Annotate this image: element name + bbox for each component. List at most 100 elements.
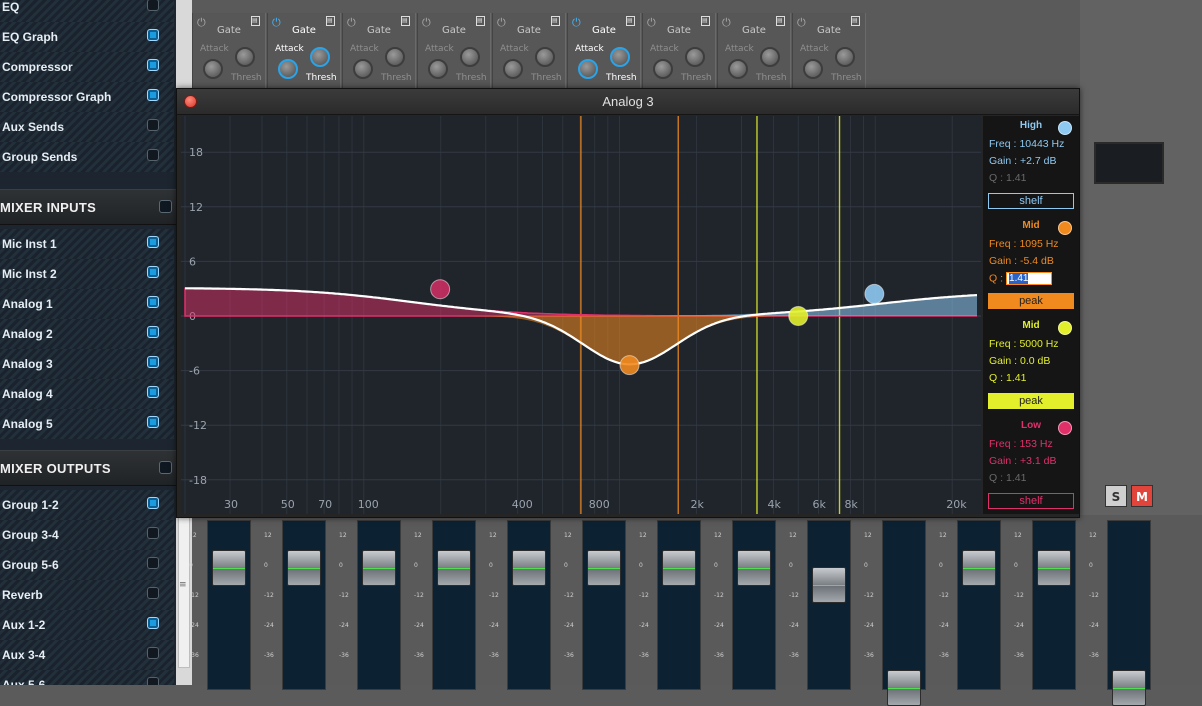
band-mode-button[interactable]: peak — [988, 393, 1074, 409]
sidebar-checkbox[interactable] — [147, 0, 159, 11]
sidebar-item[interactable]: Mic Inst 1 — [0, 229, 174, 259]
attack-knob[interactable] — [503, 59, 523, 79]
thresh-knob[interactable] — [460, 47, 480, 67]
mid1-band-handle[interactable] — [619, 355, 640, 376]
edit-icon[interactable]: ▤ — [776, 16, 785, 26]
thresh-knob[interactable] — [385, 47, 405, 67]
edit-icon[interactable]: ▤ — [626, 16, 635, 26]
sidebar-checkbox[interactable] — [147, 356, 159, 368]
thresh-knob[interactable] — [760, 47, 780, 67]
sidebar-checkbox[interactable] — [147, 386, 159, 398]
channel-fader[interactable] — [432, 520, 476, 690]
attack-knob[interactable] — [728, 59, 748, 79]
eq-graph[interactable]: 181260-6-12-183050701004008002k4k6k8k20k — [181, 116, 981, 514]
sidebar-item[interactable]: Analog 5 — [0, 409, 174, 439]
band-enable-icon[interactable] — [1058, 421, 1072, 435]
section-checkbox[interactable] — [159, 461, 172, 474]
band-enable-icon[interactable] — [1058, 121, 1072, 135]
sidebar-item[interactable]: Aux 3-4 — [0, 640, 174, 670]
fader-cap[interactable] — [587, 550, 621, 586]
thresh-knob[interactable] — [235, 47, 255, 67]
fader-cap[interactable] — [887, 670, 921, 706]
q-input[interactable]: 1.41 — [1006, 272, 1053, 285]
thresh-knob[interactable] — [310, 47, 330, 67]
band-enable-icon[interactable] — [1058, 321, 1072, 335]
attack-knob[interactable] — [578, 59, 598, 79]
sidebar-item[interactable]: Reverb — [0, 580, 174, 610]
fader-cap[interactable] — [962, 550, 996, 586]
attack-knob[interactable] — [803, 59, 823, 79]
sidebar-checkbox[interactable] — [147, 647, 159, 659]
thresh-knob[interactable] — [535, 47, 555, 67]
power-icon[interactable]: ⏻ — [497, 16, 506, 30]
edit-icon[interactable]: ▤ — [701, 16, 710, 26]
fader-cap[interactable] — [1112, 670, 1146, 706]
solo-button[interactable]: S — [1105, 485, 1127, 507]
power-icon[interactable]: ⏻ — [722, 16, 731, 30]
sidebar-item[interactable]: Compressor Graph — [0, 82, 174, 112]
sidebar-checkbox[interactable] — [147, 677, 159, 685]
power-icon[interactable]: ⏻ — [197, 16, 206, 30]
attack-knob[interactable] — [203, 59, 223, 79]
attack-knob[interactable] — [653, 59, 673, 79]
sidebar-checkbox[interactable] — [147, 59, 159, 71]
attack-knob[interactable] — [428, 59, 448, 79]
channel-fader[interactable] — [1032, 520, 1076, 690]
channel-fader[interactable] — [282, 520, 326, 690]
sidebar-checkbox[interactable] — [147, 326, 159, 338]
fader-cap[interactable] — [287, 550, 321, 586]
section-checkbox[interactable] — [159, 200, 172, 213]
sidebar-item[interactable]: Group 3-4 — [0, 520, 174, 550]
band-mode-button[interactable]: peak — [988, 293, 1074, 309]
channel-fader[interactable] — [582, 520, 626, 690]
fader-cap[interactable] — [812, 567, 846, 603]
fader-cap[interactable] — [362, 550, 396, 586]
channel-fader[interactable] — [807, 520, 851, 690]
channel-fader[interactable] — [1107, 520, 1151, 706]
power-icon[interactable]: ⏻ — [422, 16, 431, 30]
sidebar-section-header[interactable]: MIXER OUTPUTS — [0, 450, 176, 486]
low-band-handle[interactable] — [430, 279, 451, 300]
param-value[interactable]: 0.0 dB — [1020, 355, 1050, 367]
edit-icon[interactable]: ▤ — [476, 16, 485, 26]
sidebar-checkbox[interactable] — [147, 527, 159, 539]
sidebar-checkbox[interactable] — [147, 236, 159, 248]
attack-knob[interactable] — [278, 59, 298, 79]
fader-cap[interactable] — [737, 550, 771, 586]
power-icon[interactable]: ⏻ — [647, 16, 656, 30]
eq-titlebar[interactable]: Analog 3 — [177, 89, 1079, 115]
sidebar-checkbox[interactable] — [147, 119, 159, 131]
sidebar-checkbox[interactable] — [147, 617, 159, 629]
channel-fader[interactable] — [657, 520, 701, 690]
thresh-knob[interactable] — [610, 47, 630, 67]
fader-cap[interactable] — [1037, 550, 1071, 586]
sidebar-item[interactable]: Analog 1 — [0, 289, 174, 319]
attack-knob[interactable] — [353, 59, 373, 79]
edit-icon[interactable]: ▤ — [851, 16, 860, 26]
sidebar-section-header[interactable]: MIXER INPUTS — [0, 189, 176, 225]
sidebar-item[interactable]: Aux Sends — [0, 112, 174, 142]
sidebar-item[interactable]: Analog 3 — [0, 349, 174, 379]
sidebar-checkbox[interactable] — [147, 296, 159, 308]
param-value[interactable]: 153 Hz — [1019, 438, 1052, 450]
param-value[interactable]: 5000 Hz — [1019, 338, 1058, 350]
sidebar-item[interactable]: Compressor — [0, 52, 174, 82]
channel-fader[interactable] — [957, 520, 1001, 690]
channel-fader[interactable] — [357, 520, 401, 690]
sidebar-item[interactable]: Aux 5-6 — [0, 670, 174, 685]
sidebar-item[interactable]: EQ Graph — [0, 22, 174, 52]
channel-fader[interactable] — [732, 520, 776, 690]
fader-cap[interactable] — [662, 550, 696, 586]
sidebar-item[interactable]: Group 1-2 — [0, 490, 174, 520]
param-value[interactable]: -5.4 dB — [1020, 255, 1054, 267]
power-icon[interactable]: ⏻ — [347, 16, 356, 30]
fader-cap[interactable] — [512, 550, 546, 586]
sidebar-checkbox[interactable] — [147, 89, 159, 101]
sidebar-checkbox[interactable] — [147, 587, 159, 599]
channel-fader[interactable] — [507, 520, 551, 690]
sidebar-item[interactable]: Group 5-6 — [0, 550, 174, 580]
fader-cap[interactable] — [212, 550, 246, 586]
sidebar-checkbox[interactable] — [147, 149, 159, 161]
power-icon[interactable]: ⏻ — [272, 16, 281, 30]
band-mode-button[interactable]: shelf — [988, 493, 1074, 509]
